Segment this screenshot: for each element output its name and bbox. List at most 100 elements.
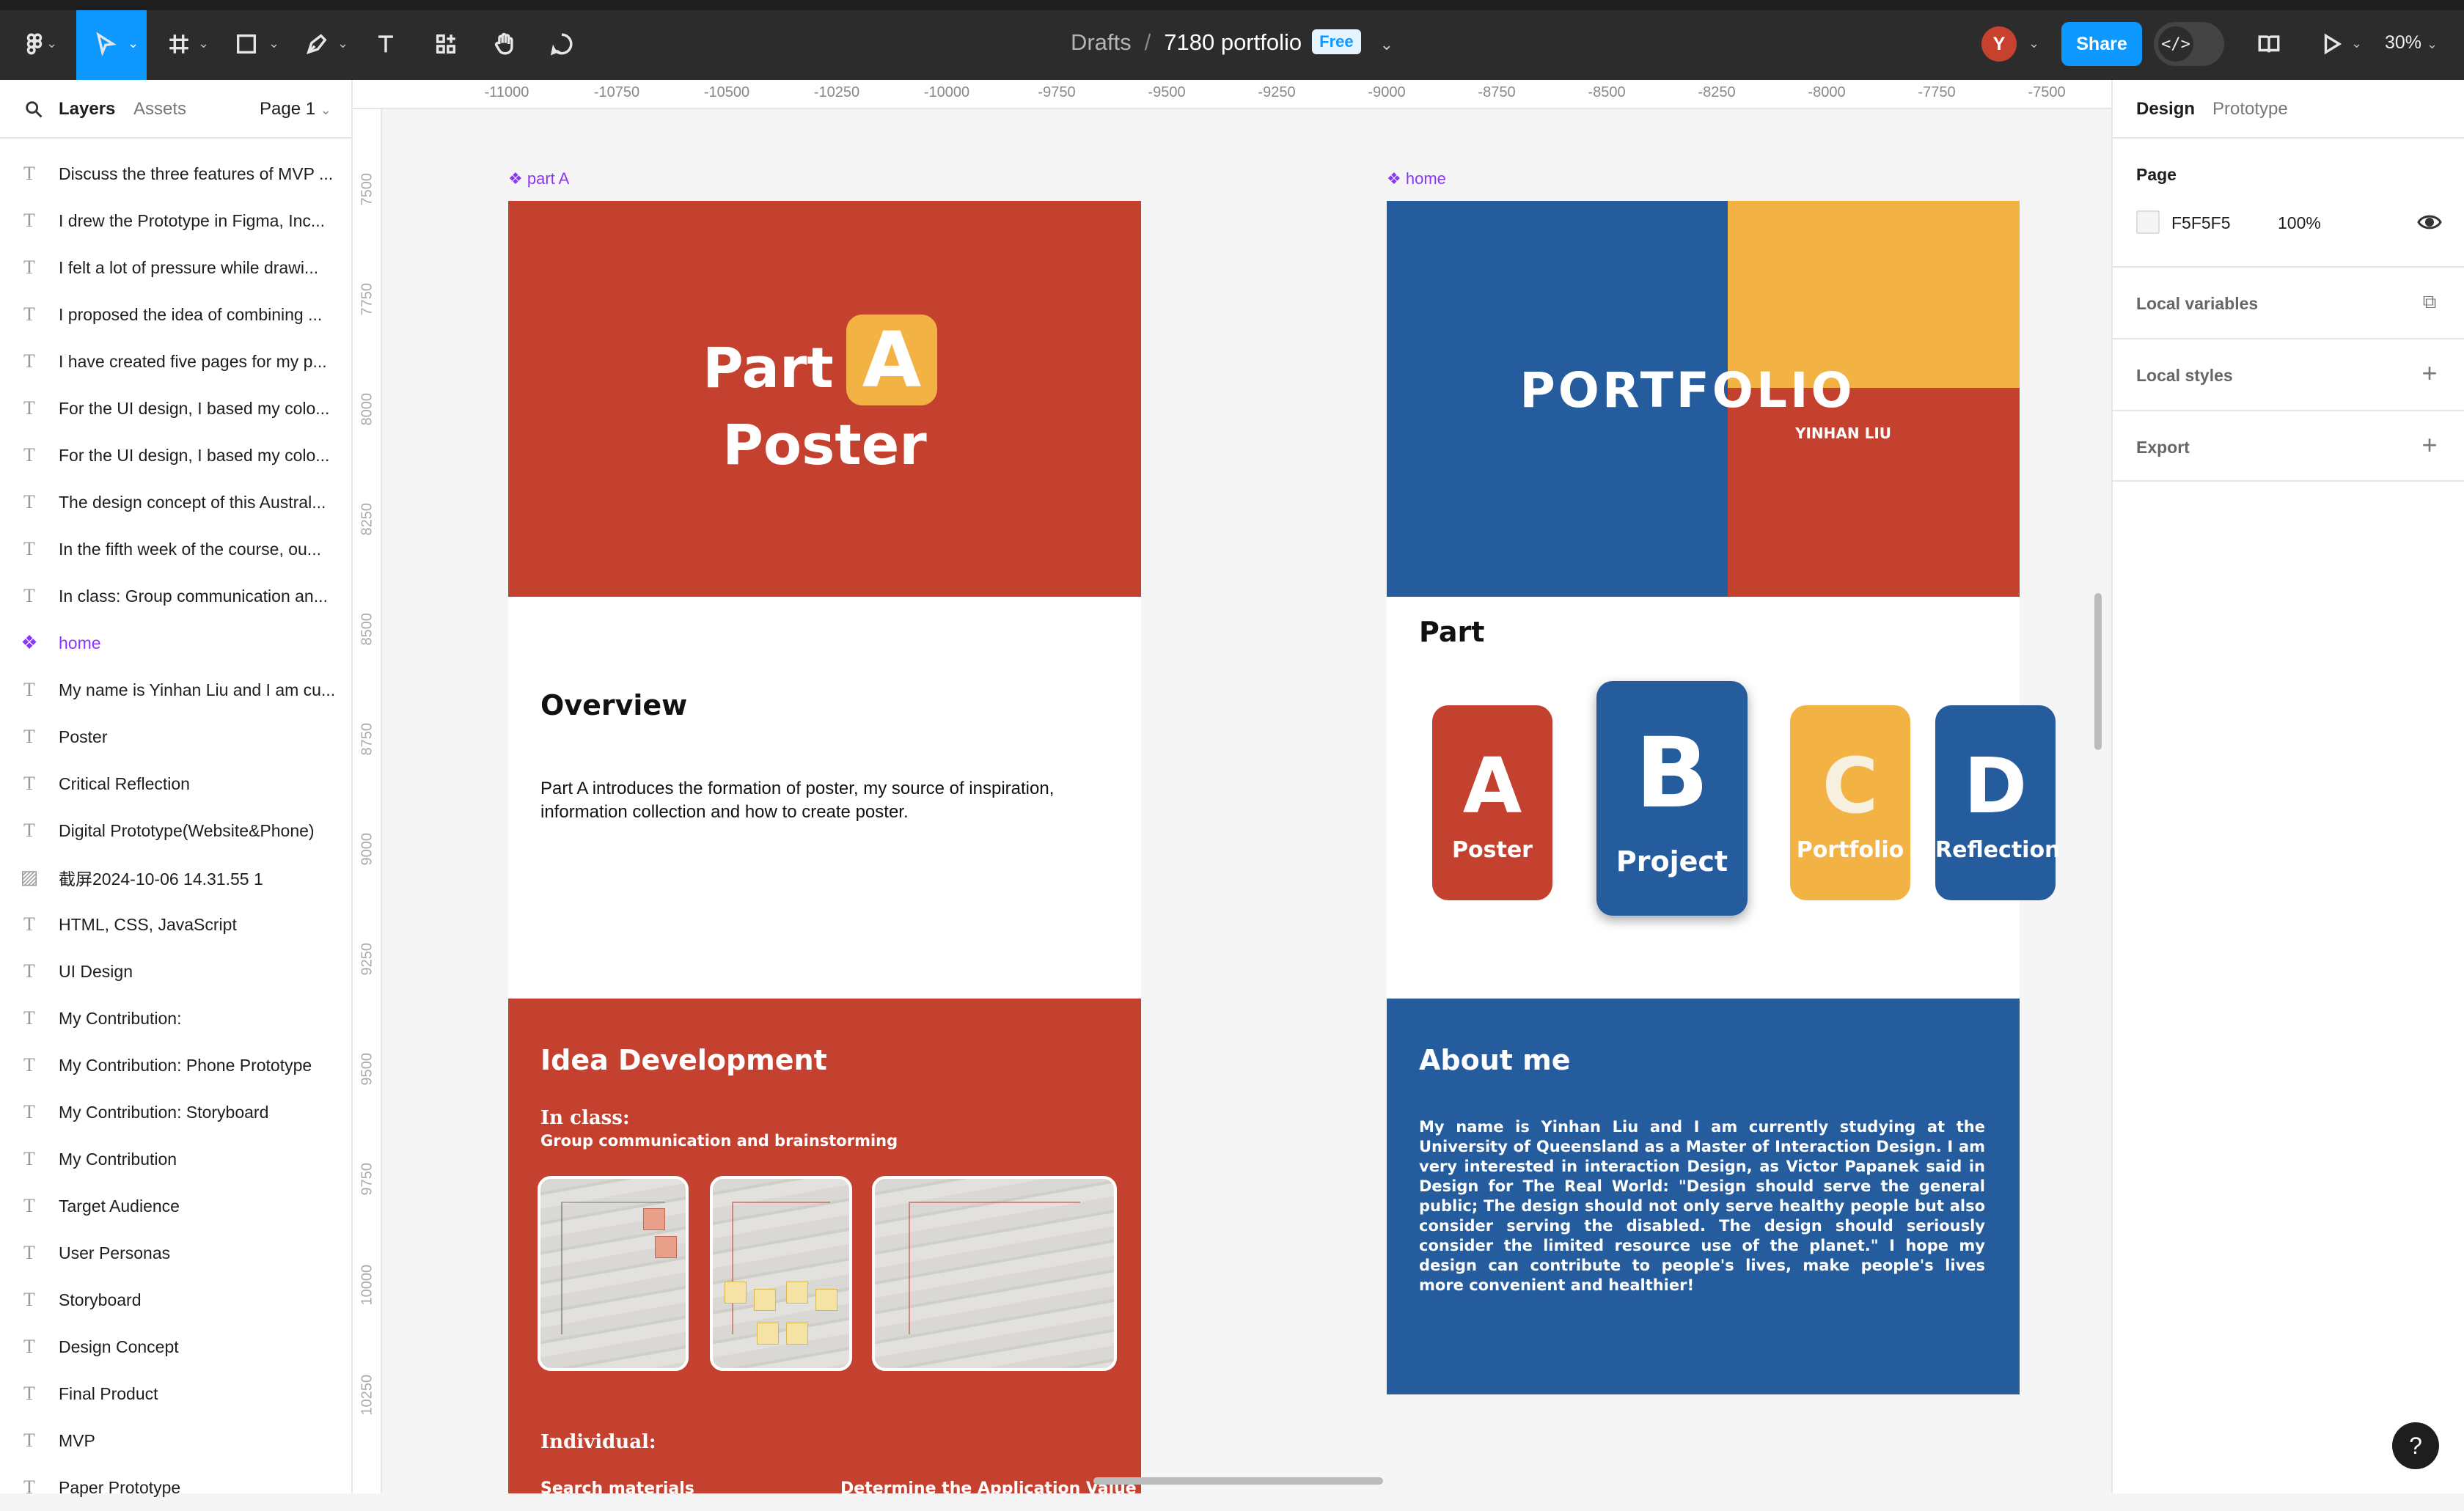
chevron-down-icon[interactable]: ⌄ [1380,35,1393,54]
layer-row[interactable]: T Poster [0,713,351,760]
layer-row[interactable]: T For the UI design, I based my colo... [0,432,351,479]
zoom-level[interactable]: 30% ⌄ [2385,32,2438,54]
part-a-letter-badge: A [846,315,937,405]
layer-row[interactable]: T In class: Group communication an... [0,573,351,620]
about-me-section[interactable]: About me My name is Yinhan Liu and I am … [1387,999,2020,1394]
chevron-down-icon[interactable]: ⌄ [2351,37,2362,50]
chevron-down-icon[interactable]: ⌄ [198,37,209,50]
layer-row[interactable]: T Final Product [0,1370,351,1417]
search-icon[interactable] [23,99,44,120]
layer-row[interactable]: T The design concept of this Austral... [0,479,351,526]
text-layer-icon: T [23,304,35,325]
pen-icon[interactable] [301,22,333,66]
brainstorm-photo[interactable] [872,1176,1117,1371]
layer-row[interactable]: T Storyboard [0,1276,351,1323]
ruler-tick-label: -9750 [1038,84,1076,100]
layer-row[interactable]: T I have created five pages for my p... [0,338,351,385]
layer-row[interactable]: T For the UI design, I based my colo... [0,385,351,432]
layer-row[interactable]: T My Contribution: Phone Prototype [0,1042,351,1089]
layer-row[interactable]: T In the fifth week of the course, ou... [0,526,351,573]
horizontal-scrollbar[interactable] [1093,1477,1383,1485]
share-button[interactable]: Share [2061,22,2142,66]
frame-label-part-a[interactable]: ❖ part A [508,169,569,188]
layer-name: Critical Reflection [59,773,190,793]
text-layer-icon: T [23,444,35,466]
frame-label-home[interactable]: ❖ home [1387,169,1446,188]
page-color-hex[interactable]: F5F5F5 [2171,213,2231,233]
tab-prototype[interactable]: Prototype [2212,99,2288,120]
layer-row[interactable]: T Target Audience [0,1183,351,1229]
comment-icon[interactable] [546,22,578,66]
layer-row[interactable]: T Paper Prototype [0,1464,351,1511]
chevron-down-icon[interactable]: ⌄ [268,37,279,50]
part-card-b[interactable]: B Project [1596,681,1748,916]
chevron-down-icon[interactable]: ⌄ [2028,37,2039,50]
layer-row[interactable]: T Critical Reflection [0,760,351,807]
breadcrumb-drafts[interactable]: Drafts [1071,29,1132,55]
actions-icon[interactable] [430,22,462,66]
layer-name: I drew the Prototype in Figma, Inc... [59,210,326,230]
chevron-down-icon[interactable]: ⌄ [128,37,139,50]
frame-icon[interactable] [163,22,195,66]
layer-row[interactable]: T Digital Prototype(Website&Phone) [0,807,351,854]
part-card-a[interactable]: A Poster [1432,705,1552,900]
vertical-scrollbar[interactable] [2094,593,2102,750]
layer-row[interactable]: ❖ home [0,620,351,666]
present-icon[interactable] [2317,22,2347,66]
help-button[interactable]: ? [2392,1422,2439,1469]
dev-mode-toggle[interactable]: </> [2154,22,2224,66]
layer-row[interactable]: T User Personas [0,1229,351,1276]
layer-row[interactable]: T Design Concept [0,1323,351,1370]
layer-row[interactable]: T MVP [0,1417,351,1464]
text-layer-icon: T [23,491,35,512]
part-card-d[interactable]: D Reflection [1935,705,2060,900]
part-a-hero[interactable]: Part A Poster [508,201,1141,597]
layer-row[interactable]: T Discuss the three features of MVP ... [0,150,351,197]
hand-icon[interactable] [488,22,521,66]
tab-assets[interactable]: Assets [133,99,186,120]
page-color-opacity[interactable]: 100% [2278,213,2321,233]
file-name[interactable]: 7180 portfolio [1164,29,1302,55]
local-styles-section[interactable]: Local styles + [2113,338,2464,410]
tab-layers[interactable]: Layers [59,99,115,120]
page-selector[interactable]: Page 1 ⌄ [260,99,331,120]
part-a-overview-section[interactable]: Overview Part A introduces the formation… [508,597,1141,999]
component-icon: ❖ [508,169,523,188]
eye-icon[interactable] [2415,209,2444,235]
chevron-down-icon[interactable]: ⌄ [337,37,348,50]
export-section[interactable]: Export + [2113,410,2464,482]
layer-row[interactable]: T My Contribution: Storyboard [0,1089,351,1136]
layer-row[interactable]: T My Contribution: [0,995,351,1042]
variables-icon[interactable]: ⧉ [2413,285,2446,317]
plus-icon[interactable]: + [2413,357,2446,389]
idea-development-section[interactable]: Idea Development In class: Group communi… [508,999,1141,1493]
plan-badge[interactable]: Free [1312,29,1361,54]
page-color-swatch[interactable] [2136,210,2160,234]
layer-row[interactable]: T HTML, CSS, JavaScript [0,901,351,948]
canvas[interactable]: -11000 -10750 -10500 -10250 -10000 -9750 -9500… [353,80,2111,1493]
rectangle-icon[interactable] [230,22,263,66]
part-card-c[interactable]: C Portfolio [1790,705,1910,900]
layer-row[interactable]: T My Contribution [0,1136,351,1183]
chevron-down-icon[interactable]: ⌄ [46,37,57,50]
layer-row[interactable]: T UI Design [0,948,351,995]
home-hero[interactable]: PORTFOLIO YINHAN LIU [1387,201,2020,597]
layer-row[interactable]: ▨ 截屏2024-10-06 14.31.55 1 [0,854,351,901]
layer-row[interactable]: T I proposed the idea of combining ... [0,291,351,338]
layer-row[interactable]: T My name is Yinhan Liu and I am cu... [0,666,351,713]
brainstorm-photo[interactable] [710,1176,852,1371]
library-icon[interactable] [2253,22,2285,66]
overview-heading: Overview [540,689,688,721]
tab-design[interactable]: Design [2136,99,2195,120]
layer-name: For the UI design, I based my colo... [59,398,330,418]
home-part-section[interactable]: Part A Poster B Project C Portfolio D Re… [1387,597,2060,1038]
local-variables-section[interactable]: Local variables ⧉ [2113,266,2464,338]
plus-icon[interactable]: + [2413,429,2446,461]
text-icon[interactable] [370,22,402,66]
move-icon[interactable] [91,22,120,66]
ruler-tick-label: -7500 [2028,84,2066,100]
avatar[interactable]: Y [1981,26,2017,62]
layer-row[interactable]: T I felt a lot of pressure while drawi... [0,244,351,291]
brainstorm-photo[interactable] [538,1176,689,1371]
layer-row[interactable]: T I drew the Prototype in Figma, Inc... [0,197,351,244]
